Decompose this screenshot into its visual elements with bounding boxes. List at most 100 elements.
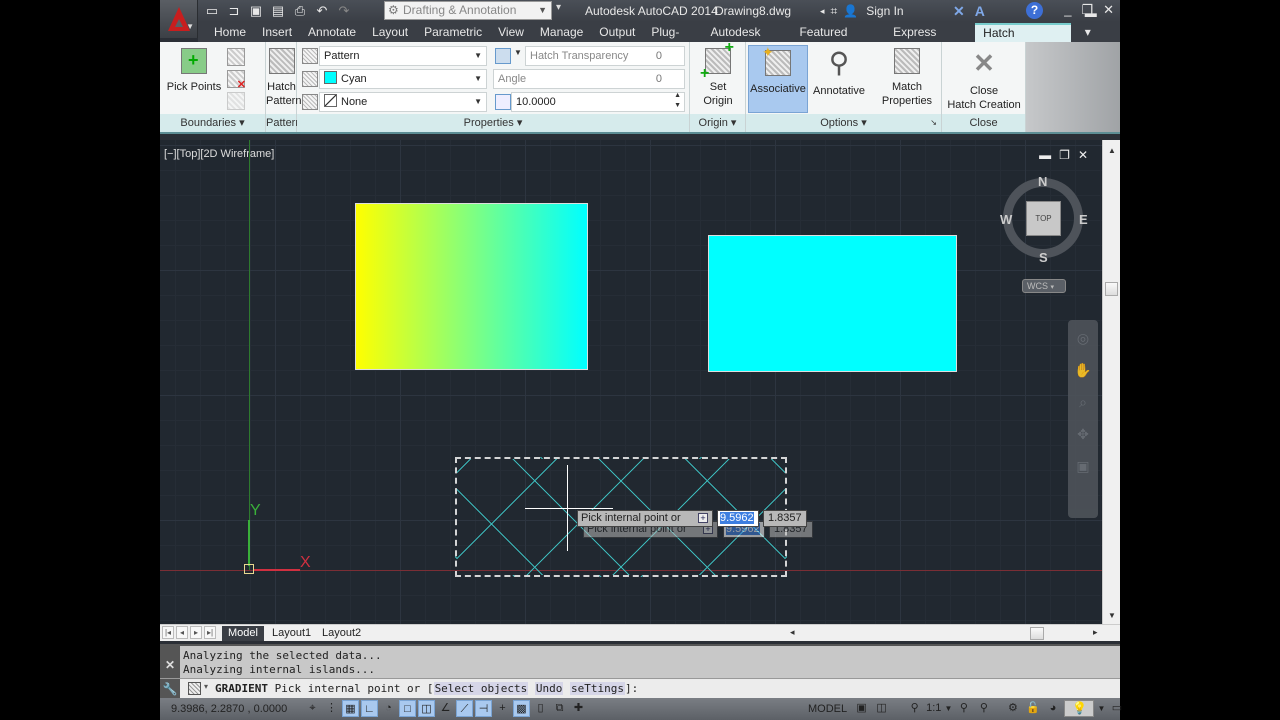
- compass-north[interactable]: N: [1038, 174, 1047, 189]
- sign-in-link[interactable]: Sign In: [866, 4, 903, 18]
- workspace-dropdown[interactable]: ⚙ Drafting & Annotation ▼: [384, 1, 552, 20]
- select-boundary-objects-icon[interactable]: [227, 48, 245, 66]
- hatch-command-icon[interactable]: [188, 682, 201, 695]
- transparency-icon[interactable]: ▩: [513, 700, 530, 717]
- tab-model[interactable]: Model: [222, 626, 264, 641]
- save-as-icon[interactable]: ▤: [270, 3, 286, 19]
- undo-icon[interactable]: ↶: [314, 3, 330, 19]
- lineweight-icon[interactable]: +: [494, 700, 511, 717]
- tab-layout[interactable]: Layout: [364, 23, 416, 42]
- open-folder-icon[interactable]: ⊐: [226, 3, 242, 19]
- option-undo[interactable]: Undo: [534, 682, 564, 695]
- viewport-controls-label[interactable]: [−][Top][2D Wireframe]: [164, 148, 274, 160]
- transparency-icon[interactable]: [495, 48, 511, 64]
- object-snap-icon[interactable]: □: [399, 700, 416, 717]
- options-panel-title[interactable]: Options ▾ ↘: [746, 114, 941, 132]
- hatch-type-dropdown[interactable]: Pattern ▼: [319, 46, 487, 66]
- properties-panel-title[interactable]: Properties ▾: [297, 114, 689, 132]
- exchange-apps-icon[interactable]: ✕: [953, 3, 965, 20]
- viewport-restore-icon[interactable]: ❐: [1059, 148, 1070, 162]
- tab-express-tools[interactable]: Express Tools: [885, 23, 975, 58]
- model-space-button[interactable]: MODEL: [808, 703, 847, 715]
- lock-ui-icon[interactable]: 🔓: [1024, 700, 1041, 717]
- save-icon[interactable]: ▣: [248, 3, 264, 19]
- coordinates-readout[interactable]: 9.3986, 2.2870 , 0.0000: [171, 703, 287, 715]
- hatch-color-dropdown[interactable]: Cyan ▼: [319, 69, 487, 89]
- annotation-scale-value[interactable]: 1:1: [926, 700, 941, 717]
- gradient-hatch-rectangle[interactable]: [355, 203, 588, 370]
- print-icon[interactable]: ⎙: [292, 3, 308, 19]
- command-line-input[interactable]: 🔧 ▾ GRADIENT Pick internal point or [Sel…: [160, 678, 1120, 699]
- last-layout-icon[interactable]: ▸|: [204, 626, 216, 639]
- customize-qat-icon[interactable]: ▾: [556, 2, 561, 13]
- compass-west[interactable]: W: [1000, 212, 1012, 227]
- application-menu-button[interactable]: ▼: [160, 0, 198, 38]
- associative-toggle[interactable]: ✦ Associative: [748, 45, 808, 113]
- option-settings[interactable]: seTtings: [570, 682, 626, 695]
- wcs-dropdown[interactable]: WCS ▾: [1022, 279, 1066, 293]
- showmotion-icon[interactable]: ▣: [1074, 458, 1092, 476]
- redo-icon[interactable]: ↷: [336, 3, 352, 19]
- set-origin-button[interactable]: + + Set Origin: [690, 40, 746, 108]
- vertical-scroll-thumb[interactable]: [1105, 282, 1118, 296]
- tab-hatch-creation[interactable]: Hatch Creation: [975, 23, 1071, 56]
- first-layout-icon[interactable]: |◂: [162, 626, 174, 639]
- tab-output[interactable]: Output: [591, 23, 643, 42]
- 3d-object-snap-icon[interactable]: ◫: [418, 700, 435, 717]
- workspace-switching-icon[interactable]: ⚙: [1004, 700, 1021, 717]
- annotation-monitor-icon[interactable]: ✚: [570, 700, 587, 717]
- orbit-icon[interactable]: ✥: [1074, 426, 1092, 444]
- recreate-boundary-icon[interactable]: [227, 92, 245, 110]
- dynamic-ucs-icon[interactable]: ⟋: [456, 700, 473, 717]
- x-coordinate-input[interactable]: 9.5962: [717, 510, 759, 527]
- binoculars-icon[interactable]: ⌗: [831, 4, 838, 19]
- pick-points-button[interactable]: + Pick Points: [164, 44, 224, 94]
- scroll-up-icon[interactable]: ▲: [1108, 146, 1116, 155]
- tab-featured-apps[interactable]: Featured Apps: [791, 23, 885, 58]
- tab-parametric[interactable]: Parametric: [416, 23, 490, 42]
- tab-layout2[interactable]: Layout2: [316, 626, 367, 641]
- close-command-line-icon[interactable]: ✕: [160, 646, 180, 680]
- vertical-scrollbar[interactable]: ▲ ▼: [1102, 140, 1120, 624]
- chevron-down-icon[interactable]: ▼: [944, 700, 952, 717]
- grid-display-icon[interactable]: ▦: [342, 700, 359, 717]
- tab-view[interactable]: View: [490, 23, 532, 42]
- tab-plug-ins[interactable]: Plug-ins: [643, 23, 702, 58]
- dynamic-input-icon[interactable]: ⊣: [475, 700, 492, 717]
- compass-south[interactable]: S: [1039, 250, 1048, 265]
- zoom-icon[interactable]: ⌕: [1074, 394, 1092, 412]
- minimize-ribbon-icon[interactable]: ▬ ▾: [1071, 4, 1120, 42]
- wrench-icon[interactable]: 🔧: [160, 679, 180, 699]
- scroll-down-icon[interactable]: ▼: [1108, 611, 1116, 620]
- chevron-down-icon[interactable]: ▼: [1097, 700, 1105, 717]
- annotation-scale-icon[interactable]: ⚲: [906, 700, 923, 717]
- clean-screen-icon[interactable]: ▭: [1108, 700, 1125, 717]
- solid-cyan-rectangle[interactable]: [708, 235, 957, 372]
- quick-view-drawings-icon[interactable]: ◫: [873, 700, 890, 717]
- drawing-viewport[interactable]: [−][Top][2D Wireframe] ▬ ❐ ✕ Y X Pick in…: [160, 140, 1102, 624]
- quick-view-layouts-icon[interactable]: ▣: [853, 700, 870, 717]
- isolate-objects-icon[interactable]: 💡: [1064, 700, 1095, 717]
- steering-wheel-icon[interactable]: ◎: [1074, 330, 1092, 348]
- tab-autodesk-360[interactable]: Autodesk 360: [702, 23, 791, 58]
- tab-manage[interactable]: Manage: [532, 23, 591, 42]
- prev-layout-icon[interactable]: ◂: [176, 626, 188, 639]
- viewport-minimize-icon[interactable]: ▬: [1039, 148, 1051, 162]
- new-file-icon[interactable]: ▭: [204, 3, 220, 19]
- quick-properties-icon[interactable]: ▯: [532, 700, 549, 717]
- pan-hand-icon[interactable]: ✋: [1074, 362, 1092, 380]
- tab-home[interactable]: Home: [206, 23, 254, 42]
- annotation-visibility-icon[interactable]: ⚲: [955, 700, 972, 717]
- ortho-mode-icon[interactable]: ∟: [361, 700, 378, 717]
- hardware-acceleration-icon[interactable]: ◕: [1044, 700, 1061, 717]
- snap-mode-icon[interactable]: ⋮: [323, 700, 340, 717]
- remove-boundary-icon[interactable]: ✕: [227, 70, 246, 91]
- option-select-objects[interactable]: Select objects: [433, 682, 529, 695]
- autodesk-360-icon[interactable]: A: [975, 3, 985, 19]
- horizontal-scroll-thumb[interactable]: [1030, 627, 1044, 640]
- viewcube-top-face[interactable]: TOP: [1026, 201, 1061, 236]
- auto-scale-icon[interactable]: ⚲: [975, 700, 992, 717]
- object-snap-tracking-icon[interactable]: ∠: [437, 700, 454, 717]
- y-coordinate-input[interactable]: 1.8357: [763, 510, 807, 527]
- scroll-right-icon[interactable]: ▸: [1093, 627, 1098, 638]
